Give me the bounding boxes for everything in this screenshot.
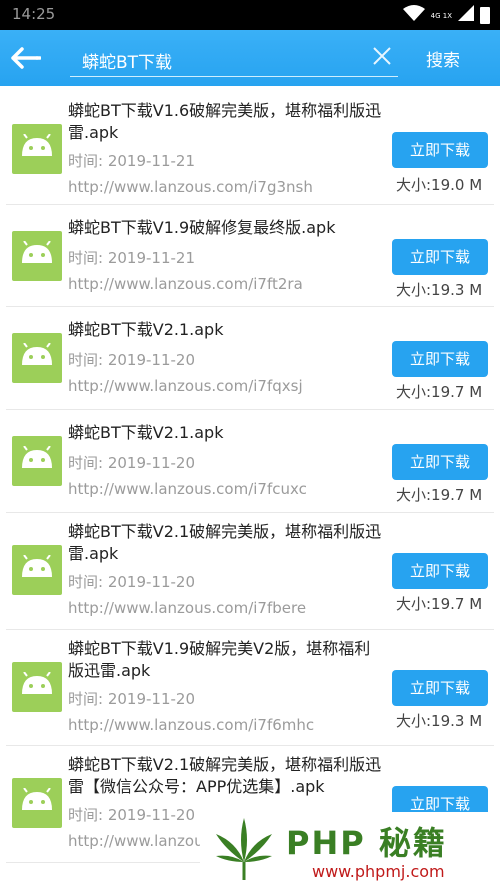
- wifi-icon: [402, 5, 425, 26]
- list-item[interactable]: 蟒蛇BT下载V1.9破解完美V2版，堪称福利版迅雷.apk 时间: 2019-1…: [6, 630, 494, 746]
- android-icon: [12, 436, 62, 486]
- item-time: 时间: 2019-11-20: [68, 454, 195, 472]
- item-title[interactable]: 蟒蛇BT下载V1.6破解完美版，堪称福利版迅雷.apk: [68, 100, 386, 144]
- item-time: 时间: 2019-11-20: [68, 573, 195, 591]
- item-url: http://www.lanzou: [68, 832, 204, 850]
- signal-icon: [458, 5, 474, 26]
- item-time: 时间: 2019-11-20: [68, 806, 195, 824]
- item-url: http://www.lanzous.com/i7ft2ra: [68, 275, 303, 293]
- app-bar: 蟒蛇BT下载 搜索: [0, 30, 500, 86]
- item-size: 大小:19.7 M: [396, 486, 483, 504]
- back-button[interactable]: [8, 40, 44, 76]
- watermark: PHP 秘籍 www.phpmj.com: [200, 812, 500, 888]
- item-url: http://www.lanzous.com/i7f6mhc: [68, 716, 315, 734]
- status-time: 14:25: [12, 5, 56, 23]
- download-button[interactable]: 立即下载: [392, 132, 488, 168]
- download-button[interactable]: 立即下载: [392, 553, 488, 589]
- item-url: http://www.lanzous.com/i7g3nsh: [68, 178, 313, 196]
- arrow-left-icon: [11, 47, 42, 69]
- results-list: 蟒蛇BT下载V1.6破解完美版，堪称福利版迅雷.apk 时间: 2019-11-…: [0, 86, 500, 863]
- list-item[interactable]: 蟒蛇BT下载V2.1.apk 时间: 2019-11-20 http://www…: [6, 307, 494, 410]
- download-button[interactable]: 立即下载: [392, 670, 488, 706]
- search-button[interactable]: 搜索: [426, 46, 460, 71]
- android-icon: [12, 662, 62, 712]
- item-title[interactable]: 蟒蛇BT下载V2.1破解完美版，堪称福利版迅雷.apk: [68, 521, 386, 565]
- close-icon: [373, 47, 391, 65]
- watermark-title: PHP 秘籍: [286, 824, 447, 862]
- android-icon: [12, 124, 62, 174]
- item-size: 大小:19.7 M: [396, 595, 483, 613]
- search-input[interactable]: 蟒蛇BT下载: [70, 38, 398, 77]
- battery-icon: [480, 7, 490, 24]
- item-time: 时间: 2019-11-21: [68, 152, 195, 170]
- search-query: 蟒蛇BT下载: [82, 53, 173, 73]
- download-button[interactable]: 立即下载: [392, 444, 488, 480]
- item-time: 时间: 2019-11-20: [68, 351, 195, 369]
- network-type: 4G 1X: [430, 11, 452, 20]
- watermark-url: www.phpmj.com: [312, 862, 445, 881]
- item-title[interactable]: 蟒蛇BT下载V2.1.apk: [68, 422, 386, 444]
- item-time: 时间: 2019-11-21: [68, 249, 195, 267]
- item-title[interactable]: 蟒蛇BT下载V2.1.apk: [68, 319, 386, 341]
- list-item[interactable]: 蟒蛇BT下载V2.1.apk 时间: 2019-11-20 http://www…: [6, 410, 494, 513]
- item-title[interactable]: 蟒蛇BT下载V2.1破解完美版，堪称福利版迅雷【微信公众号：APP优选集】.ap…: [68, 754, 386, 798]
- status-icons: 4G 1X: [402, 5, 490, 26]
- android-icon: [12, 778, 62, 828]
- android-icon: [12, 231, 62, 281]
- item-size: 大小:19.3 M: [396, 281, 483, 299]
- item-size: 大小:19.3 M: [396, 712, 483, 730]
- android-icon: [12, 333, 62, 383]
- item-title[interactable]: 蟒蛇BT下载V1.9破解完美V2版，堪称福利版迅雷.apk: [68, 638, 386, 682]
- download-button[interactable]: 立即下载: [392, 341, 488, 377]
- item-size: 大小:19.0 M: [396, 176, 483, 194]
- item-url: http://www.lanzous.com/i7fqxsj: [68, 377, 303, 395]
- item-title[interactable]: 蟒蛇BT下载V1.9破解修复最终版.apk: [68, 217, 386, 239]
- cannabis-leaf-icon: [216, 818, 272, 880]
- download-button[interactable]: 立即下载: [392, 239, 488, 275]
- android-icon: [12, 545, 62, 595]
- status-bar: 14:25 4G 1X: [0, 0, 500, 30]
- item-url: http://www.lanzous.com/i7fbere: [68, 599, 307, 617]
- item-size: 大小:19.7 M: [396, 383, 483, 401]
- list-item[interactable]: 蟒蛇BT下载V1.6破解完美版，堪称福利版迅雷.apk 时间: 2019-11-…: [6, 86, 494, 205]
- clear-button[interactable]: [372, 40, 392, 72]
- list-item[interactable]: 蟒蛇BT下载V2.1破解完美版，堪称福利版迅雷.apk 时间: 2019-11-…: [6, 513, 494, 630]
- list-item[interactable]: 蟒蛇BT下载V1.9破解修复最终版.apk 时间: 2019-11-21 htt…: [6, 205, 494, 307]
- item-time: 时间: 2019-11-20: [68, 690, 195, 708]
- item-url: http://www.lanzous.com/i7fcuxc: [68, 480, 307, 498]
